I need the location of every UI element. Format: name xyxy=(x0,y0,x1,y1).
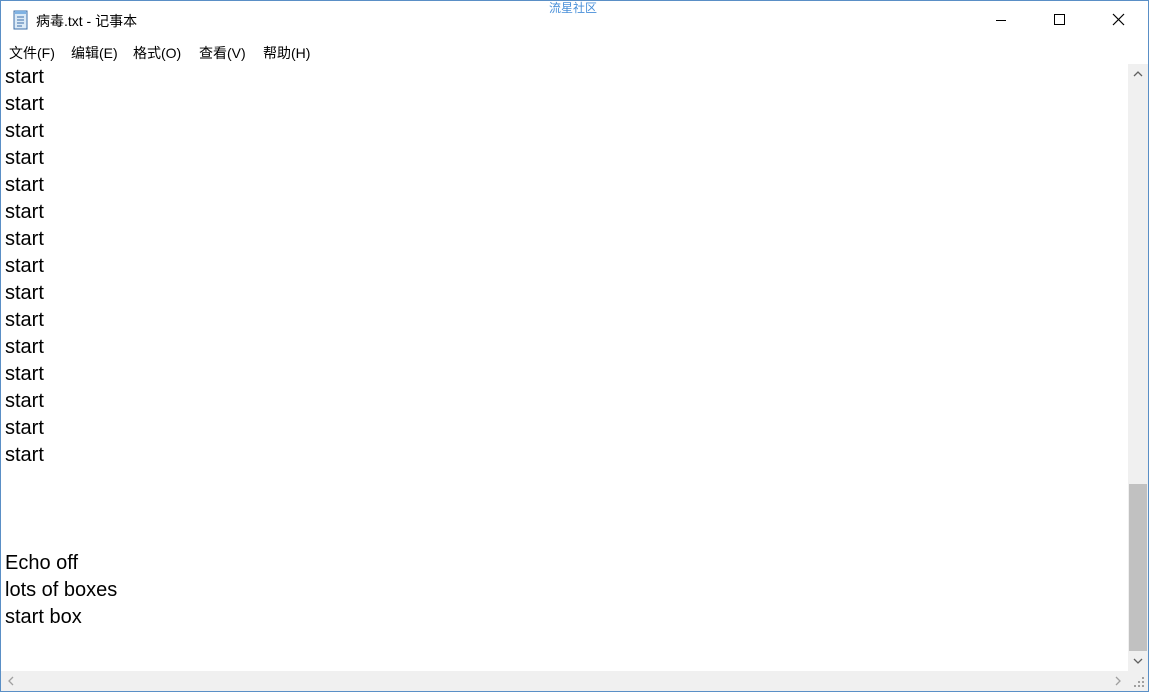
editor-line: start xyxy=(5,174,44,196)
menu-format[interactable]: 格式(O) xyxy=(132,43,182,63)
close-button[interactable] xyxy=(1089,1,1147,39)
editor-line: start xyxy=(5,444,44,466)
editor-line: start xyxy=(5,282,44,304)
maximize-button[interactable] xyxy=(1030,1,1088,39)
scroll-up-button[interactable] xyxy=(1128,64,1148,84)
editor-line: lots of boxes xyxy=(5,579,118,601)
scroll-down-button[interactable] xyxy=(1128,651,1148,671)
notepad-window: 病毒.txt - 记事本 流星社区 文件(F) 编辑(E) 格式(O) 查看(V… xyxy=(0,0,1149,692)
editor-line: start xyxy=(5,201,44,223)
editor-line: start xyxy=(5,390,44,412)
close-icon xyxy=(1112,13,1125,26)
editor-line: start xyxy=(5,120,44,142)
editor-line: Echo off xyxy=(5,552,79,574)
title-bar[interactable]: 病毒.txt - 记事本 流星社区 xyxy=(1,1,1148,39)
editor-line: start xyxy=(5,255,44,277)
resize-grip[interactable] xyxy=(1128,671,1148,691)
vertical-scrollbar[interactable] xyxy=(1128,64,1148,671)
menu-help[interactable]: 帮助(H) xyxy=(262,43,311,63)
menu-file[interactable]: 文件(F) xyxy=(8,43,56,63)
menu-bar: 文件(F) 编辑(E) 格式(O) 查看(V) 帮助(H) xyxy=(1,39,1148,63)
maximize-icon xyxy=(1054,14,1065,25)
chevron-down-icon xyxy=(1133,658,1143,664)
text-editor-area[interactable]: start start start start start start star… xyxy=(1,64,1128,671)
vertical-scroll-thumb[interactable] xyxy=(1129,484,1147,651)
chevron-left-icon xyxy=(8,676,14,686)
watermark-text: 流星社区 xyxy=(549,1,598,15)
chevron-right-icon xyxy=(1115,676,1121,686)
editor-line: start box xyxy=(5,606,82,628)
horizontal-scrollbar[interactable] xyxy=(1,671,1128,691)
minimize-icon xyxy=(996,20,1006,21)
scroll-left-button[interactable] xyxy=(1,671,21,691)
window-title: 病毒.txt - 记事本 xyxy=(36,13,138,29)
editor-line: start xyxy=(5,93,44,115)
editor-line: start xyxy=(5,147,44,169)
minimize-button[interactable] xyxy=(972,1,1030,39)
editor-line: start xyxy=(5,228,44,250)
menu-view[interactable]: 查看(V) xyxy=(198,43,247,63)
resize-grip-icon xyxy=(1134,677,1144,687)
menu-edit[interactable]: 编辑(E) xyxy=(70,43,119,63)
editor-line: start xyxy=(5,66,44,88)
notepad-icon[interactable] xyxy=(12,10,30,30)
editor-line: start xyxy=(5,336,44,358)
editor-line: start xyxy=(5,309,44,331)
scroll-right-button[interactable] xyxy=(1108,671,1128,691)
editor-line: start xyxy=(5,363,44,385)
editor-line: start xyxy=(5,417,44,439)
chevron-up-icon xyxy=(1133,71,1143,77)
